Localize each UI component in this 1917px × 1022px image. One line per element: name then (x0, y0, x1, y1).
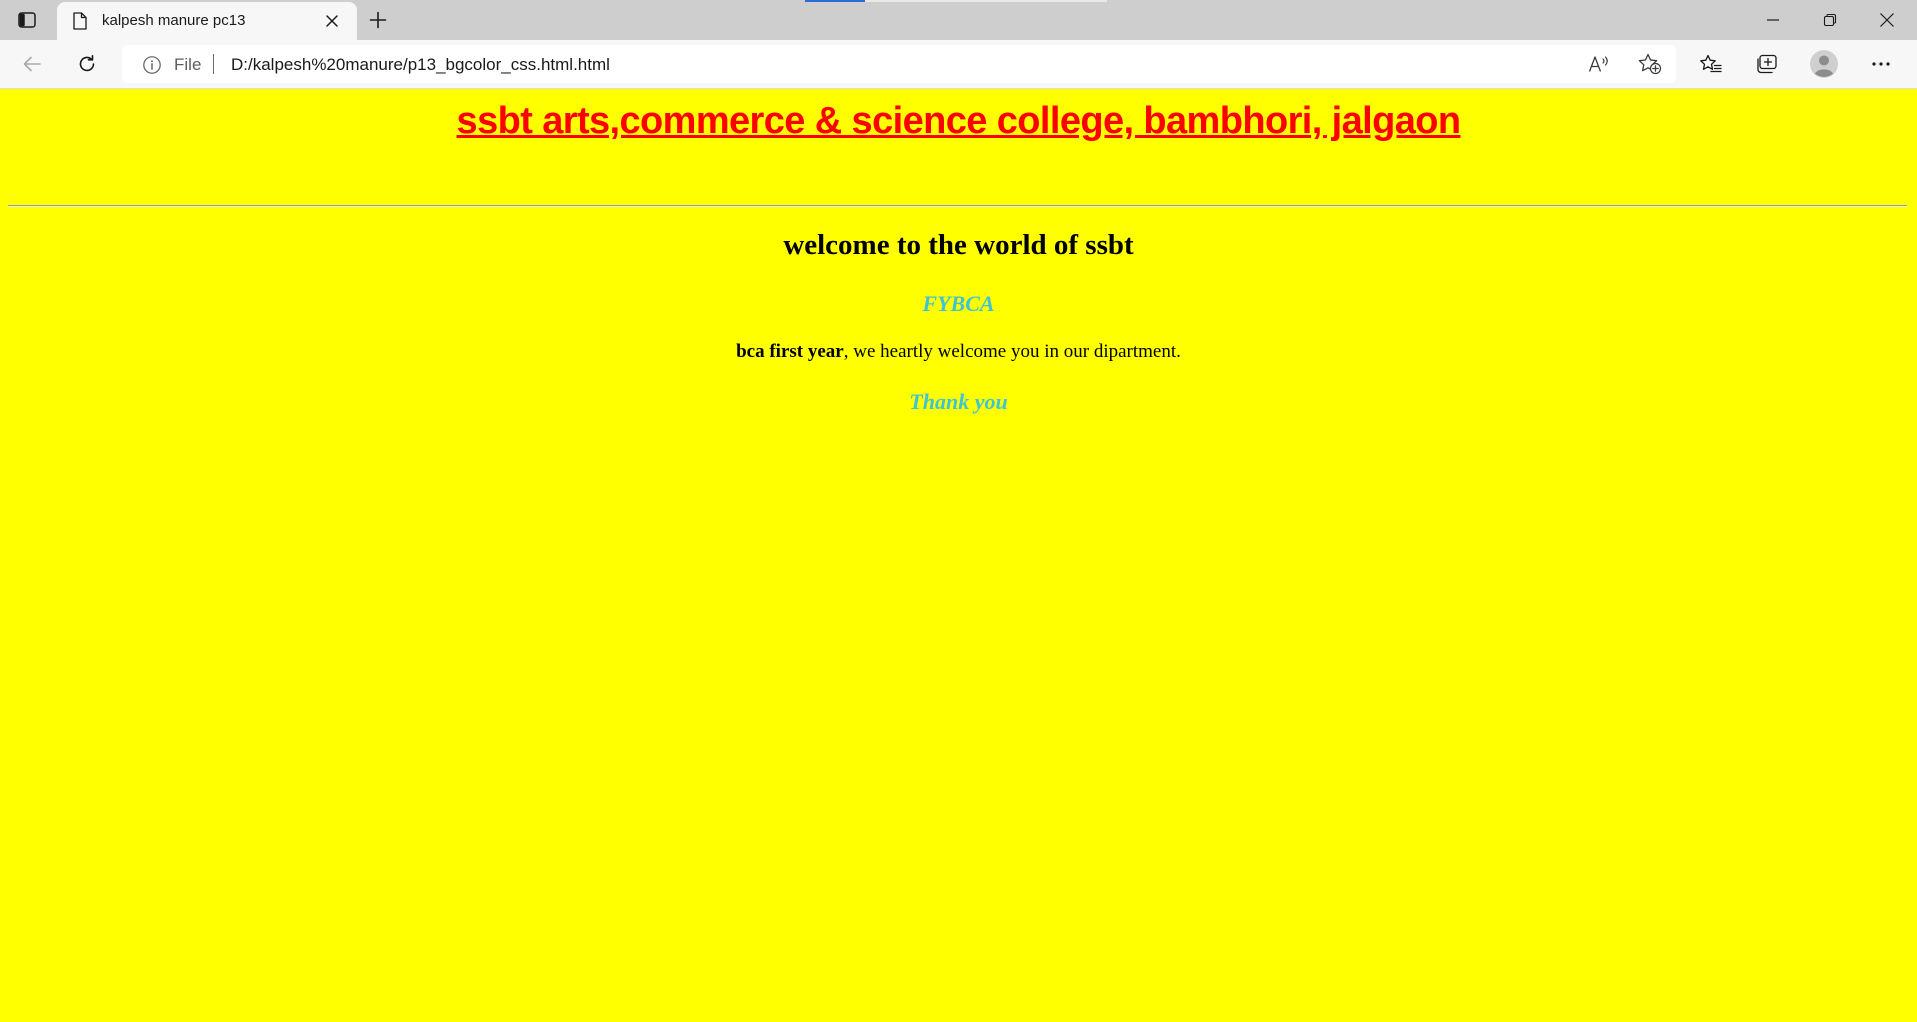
address-separator (213, 54, 214, 74)
new-tab-button[interactable] (363, 6, 393, 34)
minimize-button[interactable] (1745, 0, 1801, 40)
page-viewport: ssbt arts,commerce & science college, ba… (0, 89, 1917, 1022)
reload-button[interactable] (70, 49, 104, 79)
tab-strip-indicator-track (865, 0, 1107, 2)
restore-button[interactable] (1802, 0, 1858, 40)
page-divider (8, 205, 1907, 207)
url-text[interactable]: D:/kalpesh%20manure/p13_bgcolor_css.html… (231, 55, 610, 75)
minimize-icon (1766, 13, 1780, 27)
tab-strip-indicator (805, 0, 865, 2)
restore-icon (1823, 13, 1837, 27)
welcome-heading: welcome to the world of ssbt (783, 229, 1134, 261)
back-icon (22, 55, 42, 73)
tab-title: kalpesh manure pc13 (102, 12, 246, 29)
browser-toolbar: File D:/kalpesh%20manure/p13_bgcolor_css… (0, 40, 1917, 89)
collections-icon (1756, 54, 1778, 74)
more-icon (1871, 61, 1891, 67)
close-icon[interactable] (322, 11, 342, 31)
collections-button[interactable] (1750, 49, 1784, 79)
thank-you-text: Thank you (909, 389, 1008, 414)
class-name: FYBCA (922, 291, 995, 316)
tab-actions-icon (18, 12, 36, 28)
address-bar[interactable]: File D:/kalpesh%20manure/p13_bgcolor_css… (122, 45, 1676, 83)
tab-strip: kalpesh manure pc13 (0, 0, 1917, 40)
close-icon (1879, 12, 1895, 28)
page-heading: ssbt arts,commerce & science college, ba… (456, 100, 1462, 142)
address-scheme-label: File (174, 55, 202, 74)
more-button[interactable] (1864, 49, 1898, 79)
welcome-message-bold: bca first year (736, 341, 844, 362)
back-button[interactable] (15, 49, 49, 79)
tab-active[interactable]: kalpesh manure pc13 (57, 2, 357, 40)
info-icon[interactable] (142, 55, 162, 75)
read-aloud-icon[interactable] (1587, 53, 1611, 75)
favorites-button[interactable] (1694, 49, 1728, 79)
plus-icon (369, 11, 387, 29)
welcome-message-rest: , we heartly welcome you in our dipartme… (843, 341, 1181, 362)
tab-actions-button[interactable] (10, 6, 44, 34)
profile-icon (1809, 49, 1839, 79)
profile-button[interactable] (1807, 49, 1841, 79)
reload-icon (77, 54, 97, 74)
browser-window: kalpesh manure pc13 File D:/kalpesh%20ma… (0, 0, 1917, 1022)
welcome-message: bca first year, we heartly welcome you i… (0, 341, 1917, 363)
add-favorite-icon[interactable] (1637, 53, 1663, 75)
page-icon (72, 12, 88, 30)
close-window-button[interactable] (1859, 0, 1915, 40)
favorites-icon (1700, 54, 1722, 74)
